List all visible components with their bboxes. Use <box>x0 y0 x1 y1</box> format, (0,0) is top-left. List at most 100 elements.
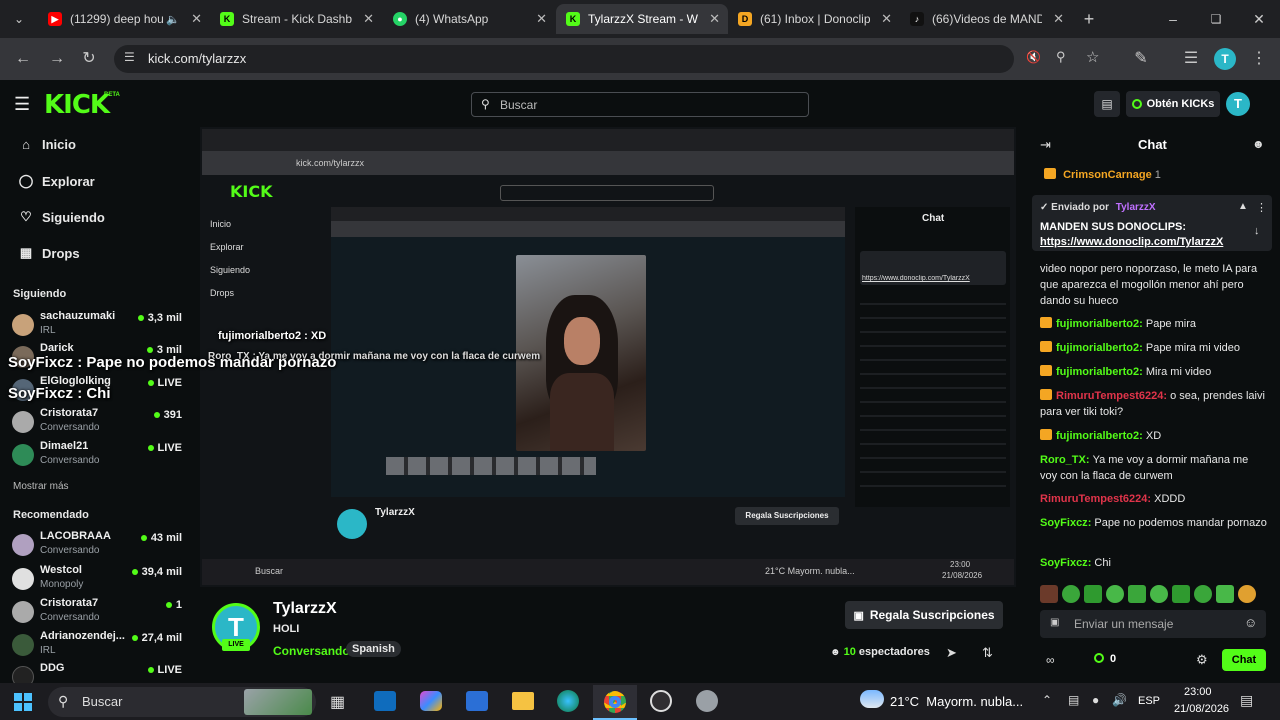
chat-options-icon[interactable]: ∞ <box>1046 653 1055 667</box>
browser-menu-icon[interactable]: ⋮ <box>1248 48 1270 70</box>
minimize-button[interactable]: – <box>1160 8 1186 30</box>
emote-icon[interactable] <box>1172 585 1190 603</box>
chat-username[interactable]: Roro_TX <box>1040 454 1086 466</box>
close-tab-icon[interactable]: ✕ <box>363 11 374 27</box>
reload-button[interactable]: ↻ <box>78 48 100 70</box>
sidebar-channel[interactable]: Dimael21 Conversando LIVE <box>12 440 182 472</box>
nav-drops[interactable]: ▦ Drops <box>18 245 80 261</box>
edge-icon[interactable] <box>557 690 579 712</box>
emote-icon[interactable] <box>1040 585 1058 603</box>
language-tag[interactable]: Spanish <box>346 641 401 657</box>
site-info-icon[interactable]: ☰ <box>124 50 135 64</box>
extensions-icon[interactable]: ✎ <box>1130 48 1152 70</box>
zoom-icon[interactable]: ⚲ <box>1056 49 1066 65</box>
emote-icon[interactable] <box>1106 585 1124 603</box>
outlook-icon[interactable] <box>374 691 396 711</box>
share-icon[interactable]: ➤ <box>946 645 957 661</box>
profile-avatar[interactable]: T <box>1214 48 1236 70</box>
streamer-name[interactable]: TylarzzX <box>273 600 337 618</box>
close-tab-icon[interactable]: ✕ <box>709 11 720 27</box>
task-view-icon[interactable]: ▦ <box>330 692 345 712</box>
clock-date[interactable]: 21/08/2026 <box>1174 703 1229 715</box>
hamburger-menu-icon[interactable]: ☰ <box>14 94 30 115</box>
tab-search-button[interactable]: ⌄ <box>8 8 30 30</box>
search-input[interactable]: ⚲ Buscar <box>471 92 809 117</box>
media-controls-icon[interactable]: ☰ <box>1180 48 1202 70</box>
pinned-link[interactable]: https://www.donoclip.com/TylarzzX <box>1040 236 1223 248</box>
chat-username[interactable]: SoyFixcz <box>1040 517 1088 529</box>
emote-icon[interactable] <box>1216 585 1234 603</box>
tray-network-icon[interactable]: ▤ <box>1068 693 1079 707</box>
sidebar-channel[interactable]: Adrianozendej... IRL 27,4 mil <box>12 630 182 662</box>
file-explorer-icon[interactable] <box>512 692 534 710</box>
store-icon[interactable] <box>466 691 488 711</box>
chrome-icon-active[interactable] <box>593 685 637 720</box>
sidebar-channel[interactable]: Westcol Monopoly 39,4 mil <box>12 564 182 596</box>
emote-icon[interactable] <box>1128 585 1146 603</box>
address-bar[interactable]: ☰ kick.com/tylarzzx 🔇 ⚲ ☆ <box>114 45 1099 73</box>
chat-username[interactable]: fujimorialberto2 <box>1056 366 1139 378</box>
sidebar-channel[interactable]: LACOBRAAA Conversando 43 mil <box>12 530 182 562</box>
browser-tab[interactable]: ● (4) WhatsApp ✕ <box>383 4 555 34</box>
taskbar-search[interactable]: ⚲ Buscar <box>48 687 316 717</box>
stream-category-link[interactable]: Conversando <box>273 644 350 658</box>
kicks-balance[interactable]: 0 <box>1094 653 1116 665</box>
back-button[interactable]: ← <box>12 48 34 70</box>
pinned-message[interactable]: ✓ Enviado por TylarzzX ▲ ⋮ MANDEN SUS DO… <box>1032 195 1272 251</box>
chat-username[interactable]: RimuruTempest6224 <box>1040 493 1147 505</box>
mute-site-icon[interactable]: 🔇 <box>1026 50 1041 64</box>
copilot-icon[interactable] <box>420 691 442 711</box>
pin-toggle-icon[interactable]: ▲ <box>1238 201 1248 212</box>
sidebar-channel[interactable]: sachauzumaki IRL 3,3 mil <box>12 310 182 342</box>
user-avatar[interactable]: T <box>1226 92 1250 116</box>
emote-icon[interactable] <box>1084 585 1102 603</box>
sidebar-channel[interactable]: Cristorata7 Conversando 391 <box>12 407 182 439</box>
bookmark-star-icon[interactable]: ☆ <box>1086 48 1099 66</box>
nav-inicio[interactable]: ⌂ Inicio <box>18 137 76 152</box>
obs-icon[interactable] <box>650 690 672 712</box>
close-window-button[interactable]: ✕ <box>1246 8 1272 30</box>
close-tab-icon[interactable]: ✕ <box>1053 11 1064 27</box>
emote-icon[interactable] <box>1194 585 1212 603</box>
chat-settings-icon[interactable]: ⚙ <box>1196 652 1208 668</box>
chat-send-button[interactable]: Chat <box>1222 649 1266 671</box>
start-button[interactable] <box>14 693 32 711</box>
maximize-button[interactable]: ❏ <box>1203 8 1229 30</box>
chat-username[interactable]: fujimorialberto2 <box>1056 318 1139 330</box>
chat-input[interactable]: ▣ Enviar un mensaje ☺ <box>1040 610 1266 638</box>
chat-username[interactable]: RimuruTempest6224 <box>1056 390 1163 402</box>
chat-users-icon[interactable]: ☻ <box>1252 137 1265 151</box>
chat-username[interactable]: fujimorialberto2 <box>1056 342 1139 354</box>
weather-text[interactable]: 21°C Mayorm. nubla... <box>890 694 1023 709</box>
browser-tab[interactable]: D (61) Inbox | Donoclip ✕ <box>728 4 900 34</box>
get-kicks-button[interactable]: Obtén KICKs <box>1126 91 1220 117</box>
browser-tab-active[interactable]: K TylarzzX Stream - Wa ✕ <box>556 4 728 34</box>
browser-tab[interactable]: K Stream - Kick Dashbo ✕ <box>210 4 382 34</box>
nav-siguiendo[interactable]: ♡ Siguiendo <box>18 209 105 225</box>
browser-tab[interactable]: ▶ (11299) deep hou 🔈 ✕ <box>38 4 210 34</box>
close-tab-icon[interactable]: ✕ <box>536 11 547 27</box>
more-options-icon[interactable]: ⇅ <box>982 645 993 661</box>
pinned-menu-icon[interactable]: ⋮ <box>1256 201 1267 214</box>
browser-tab[interactable]: ♪ (66)Videos de MAND ✕ <box>900 4 1072 34</box>
clock-time[interactable]: 23:00 <box>1184 686 1212 698</box>
show-more-link[interactable]: Mostrar más <box>13 481 69 492</box>
library-icon[interactable]: ▤ <box>1094 91 1120 117</box>
app-icon[interactable] <box>696 690 718 712</box>
nav-explorar[interactable]: ◯ Explorar <box>18 173 95 189</box>
chat-username[interactable]: fujimorialberto2 <box>1056 430 1139 442</box>
tray-language[interactable]: ESP <box>1138 695 1160 707</box>
sidebar-channel[interactable]: Cristorata7 Conversando 1 <box>12 597 182 629</box>
emote-icon[interactable] <box>1150 585 1168 603</box>
new-tab-button[interactable]: + <box>1078 8 1100 30</box>
tray-volume-icon[interactable]: 🔊 <box>1112 693 1127 707</box>
notification-icon[interactable]: ▤ <box>1240 692 1253 709</box>
emote-icon[interactable] <box>1062 585 1080 603</box>
tray-overflow-icon[interactable]: ⌃ <box>1042 693 1052 707</box>
emoji-picker-icon[interactable]: ☺ <box>1244 615 1257 630</box>
expand-pinned-icon[interactable]: ↓ <box>1254 225 1260 237</box>
close-tab-icon[interactable]: ✕ <box>881 11 892 27</box>
emote-icon[interactable] <box>1238 585 1256 603</box>
gift-subscriptions-button[interactable]: ▣ Regala Suscripciones <box>845 601 1003 629</box>
collapse-chat-icon[interactable]: ⇥ <box>1040 137 1051 153</box>
